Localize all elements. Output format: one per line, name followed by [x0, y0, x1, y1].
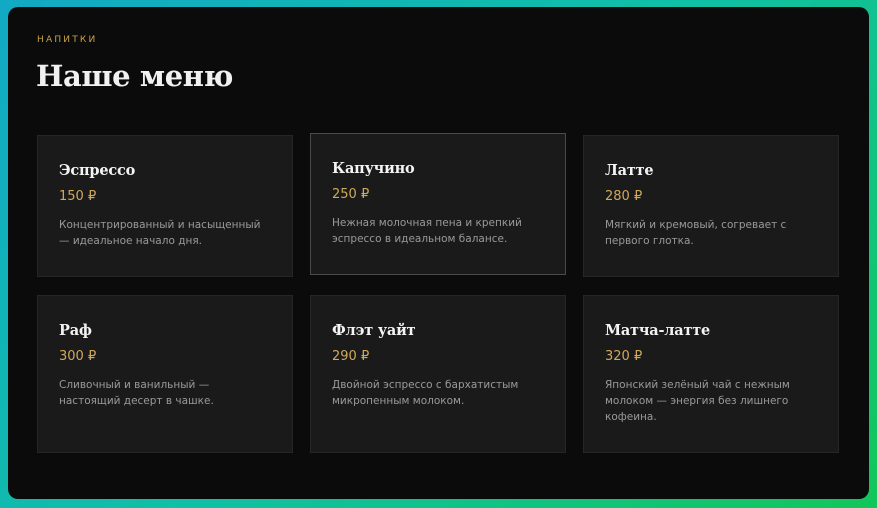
page-title: Наше меню	[36, 59, 233, 93]
menu-item-price: 290 ₽	[332, 349, 370, 364]
menu-item-name: Эспрессо	[59, 162, 136, 179]
menu-card-espresso[interactable]: Эспрессо 150 ₽ Концентрированный и насыщ…	[37, 135, 293, 277]
menu-section: НАПИТКИ Наше меню Эспрессо 150 ₽ Концент…	[8, 7, 869, 499]
section-eyebrow: НАПИТКИ	[37, 35, 98, 45]
menu-item-name: Латте	[605, 162, 654, 179]
menu-item-price: 300 ₽	[59, 349, 97, 364]
menu-card-flat-white[interactable]: Флэт уайт 290 ₽ Двойной эспрессо с барха…	[310, 295, 566, 453]
menu-item-price: 280 ₽	[605, 189, 643, 204]
menu-item-description: Двойной эспрессо с бархатистым микропенн…	[332, 379, 519, 407]
menu-item-name: Капучино	[332, 160, 415, 177]
menu-item-description: Концентрированный и насыщенный — идеальн…	[59, 219, 261, 247]
menu-item-description: Мягкий и кремовый, согревает с первого г…	[605, 219, 787, 247]
menu-item-price: 320 ₽	[605, 349, 643, 364]
menu-item-price: 250 ₽	[332, 187, 370, 202]
menu-item-description: Японский зелёный чай с нежным молоком — …	[605, 379, 790, 423]
menu-item-name: Матча-латте	[605, 322, 711, 339]
menu-item-name: Флэт уайт	[332, 322, 416, 339]
menu-card-raf[interactable]: Раф 300 ₽ Сливочный и ванильный — настоя…	[37, 295, 293, 453]
menu-item-description: Нежная молочная пена и крепкий эспрессо …	[332, 217, 522, 245]
menu-card-matcha-latte[interactable]: Матча-латте 320 ₽ Японский зелёный чай с…	[583, 295, 839, 453]
menu-item-name: Раф	[59, 322, 92, 339]
menu-grid: Эспрессо 150 ₽ Концентрированный и насыщ…	[37, 133, 839, 453]
menu-card-cappuccino[interactable]: Капучино 250 ₽ Нежная молочная пена и кр…	[310, 133, 566, 275]
menu-card-latte[interactable]: Латте 280 ₽ Мягкий и кремовый, согревает…	[583, 135, 839, 277]
menu-item-price: 150 ₽	[59, 189, 97, 204]
menu-item-description: Сливочный и ванильный — настоящий десерт…	[59, 379, 214, 407]
